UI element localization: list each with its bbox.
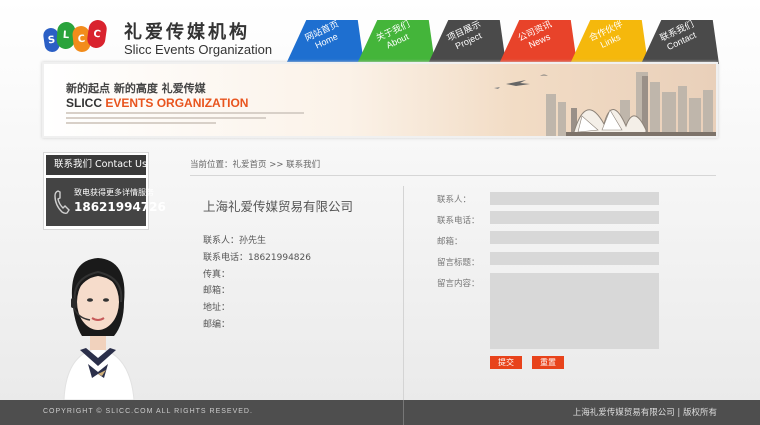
- submit-button[interactable]: 提交: [490, 356, 522, 369]
- footer-copyright: COPYRIGHT © SLICC.COM ALL RIGHTS RESEVED…: [43, 408, 253, 415]
- nav-tab-about[interactable]: 关于我们 About: [357, 20, 435, 64]
- sidebar-title: 联系我们 Contact Us: [46, 155, 147, 175]
- phone-icon: [54, 190, 70, 215]
- footer: COPYRIGHT © SLICC.COM ALL RIGHTS RESEVED…: [0, 400, 760, 425]
- logo-letter: C: [86, 18, 108, 50]
- main-nav: 网站首页 Home 关于我们 About 项目展示 Project 公司资讯 News …: [286, 20, 719, 64]
- contact-person: 联系人：孙先生: [203, 236, 267, 246]
- form-phone-input[interactable]: [490, 211, 659, 224]
- banner-subtitle-prefix: SLICC: [66, 96, 102, 110]
- reset-button[interactable]: 重置: [532, 356, 564, 369]
- nav-tab-project[interactable]: 项目展示 Project: [428, 20, 506, 64]
- contact-fax: 传真：: [203, 269, 231, 280]
- logo-name-cn: 礼爱传媒机构: [124, 22, 250, 43]
- footer-company: 上海礼爱传媒贸易有限公司 | 版权所有: [572, 408, 717, 418]
- content-divider: [403, 186, 404, 400]
- hero-banner: 新的起点 新的高度 礼爱传媒 SLICC EVENTS ORGANIZATION: [42, 62, 718, 138]
- site-logo[interactable]: S L C C 礼爱传媒机构 Slicc Events Organization: [42, 17, 274, 61]
- contact-address: 地址：: [203, 303, 231, 314]
- logo-name-en: Slicc Events Organization: [124, 42, 273, 57]
- sidebar-contact-box: 联系我们 Contact Us 致电获得更多详情服务 18621994726: [43, 152, 166, 230]
- form-contact-label: 联系人：: [437, 195, 472, 205]
- breadcrumb: 当前位置：礼爱首页 >> 联系我们: [190, 158, 716, 176]
- form-content-textarea[interactable]: [490, 273, 659, 349]
- form-email-input[interactable]: [490, 231, 659, 244]
- nav-tab-contact[interactable]: 联系我们 Contact: [641, 20, 719, 64]
- contact-email: 邮箱：: [203, 286, 231, 297]
- customer-service-photo: [63, 258, 135, 400]
- form-phone-label: 联系电话：: [437, 216, 480, 226]
- hotline-label: 致电获得更多详情服务: [74, 188, 154, 197]
- nav-tab-news[interactable]: 公司资讯 News: [499, 20, 577, 64]
- city-skyline-illustration: [494, 72, 716, 136]
- banner-fine-print: [66, 112, 316, 126]
- nav-tab-links[interactable]: 合作伙伴 Links: [570, 20, 648, 64]
- nav-tab-home[interactable]: 网站首页 Home: [286, 20, 364, 64]
- footer-divider: [403, 400, 404, 425]
- form-subject-label: 留言标题：: [437, 258, 480, 268]
- company-info: 联系人：孙先生 联系电话：18621994826 传真： 邮箱： 地址： 邮编：: [203, 233, 311, 334]
- contact-phone: 联系电话：18621994826: [203, 252, 311, 263]
- form-subject-input[interactable]: [490, 252, 659, 265]
- banner-subtitle-highlight: EVENTS ORGANIZATION: [105, 96, 249, 110]
- contact-zip: 邮编：: [203, 319, 231, 330]
- form-email-label: 邮箱：: [437, 237, 463, 247]
- hotline-box: 致电获得更多详情服务 18621994726: [46, 178, 166, 226]
- logo-mark-icon: S L C C: [42, 18, 110, 56]
- company-name: 上海礼爱传媒贸易有限公司: [203, 199, 354, 214]
- hotline-number: 18621994726: [74, 200, 166, 214]
- banner-slogan: 新的起点 新的高度 礼爱传媒: [66, 82, 206, 95]
- form-content-label: 留言内容：: [437, 279, 480, 289]
- form-contact-input[interactable]: [490, 192, 659, 205]
- banner-subtitle: SLICC EVENTS ORGANIZATION: [66, 96, 248, 110]
